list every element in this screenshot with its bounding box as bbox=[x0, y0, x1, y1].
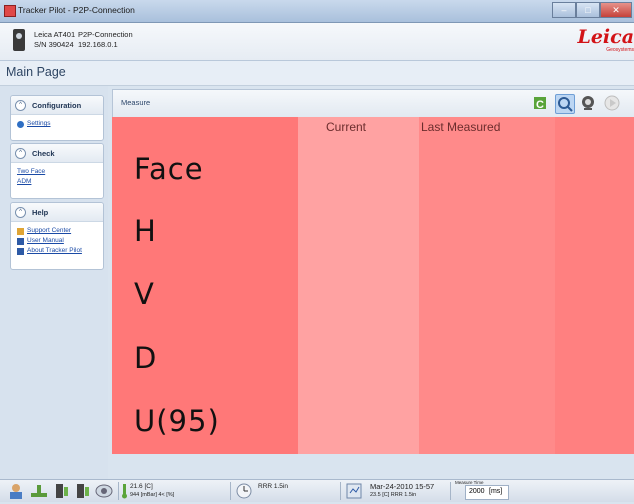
help-title: Help bbox=[32, 207, 49, 217]
configuration-group: ^ Configuration Settings bbox=[10, 95, 104, 141]
check-header[interactable]: ^ Check bbox=[11, 144, 103, 163]
sidebar-item-settings[interactable]: Settings bbox=[17, 119, 103, 129]
app-icon bbox=[4, 5, 16, 17]
minimize-button[interactable]: – bbox=[552, 2, 576, 18]
pressure-humidity-value: 944 [mBar] 4< [%] bbox=[130, 492, 175, 498]
maximize-button[interactable]: □ bbox=[576, 2, 600, 18]
current-column-header: Current bbox=[326, 120, 367, 134]
last-measure-datetime: Mar-24-2010 15-57 bbox=[370, 482, 435, 491]
status-bar: 21.6 [C] 944 [mBar] 4< [%] RRR 1.5in Mar… bbox=[0, 479, 634, 502]
manual-icon bbox=[17, 237, 24, 245]
sidebar-item-user-manual[interactable]: User Manual bbox=[17, 236, 103, 246]
sidebar-item-support-center[interactable]: Support Center bbox=[17, 226, 103, 236]
connection-type: P2P-Connection bbox=[78, 30, 133, 39]
title-bar: Tracker Pilot - P2P-Connection – □ ✕ bbox=[0, 0, 634, 23]
support-icon bbox=[17, 227, 24, 235]
help-header[interactable]: ^ Help bbox=[11, 203, 103, 222]
temperature-value: 21.6 [C] bbox=[130, 483, 153, 490]
measure-time-field[interactable]: 2000 [ms] bbox=[465, 485, 509, 500]
device-header: Leica AT401 S/N 390424 P2P-Connection 19… bbox=[0, 23, 634, 61]
leica-logo: Leica bbox=[577, 26, 634, 48]
configuration-title: Configuration bbox=[32, 100, 82, 110]
support-center-label: Support Center bbox=[27, 227, 72, 234]
svg-text:C: C bbox=[536, 99, 544, 111]
sidebar: ^ Configuration Settings ^ Check Two Fac… bbox=[0, 86, 108, 479]
sidebar-item-two-face[interactable]: Two Face bbox=[17, 167, 103, 177]
row-label-column: Face H V D U(95) bbox=[112, 117, 298, 454]
leica-logo-sub: Geosystems bbox=[606, 47, 634, 53]
user-manual-label: User Manual bbox=[27, 237, 64, 244]
reflector-value: RRR 1.5in bbox=[258, 483, 288, 490]
tracker-device-icon bbox=[13, 29, 25, 51]
last-measured-column: Last Measured bbox=[419, 117, 555, 454]
close-button[interactable]: ✕ bbox=[600, 2, 632, 18]
configuration-header[interactable]: ^ Configuration bbox=[11, 96, 103, 115]
page-heading-bar: Main Page bbox=[0, 61, 634, 86]
current-column: Current bbox=[298, 117, 419, 454]
tracker-secondary-icon[interactable] bbox=[74, 483, 90, 499]
last-measured-column-header: Last Measured bbox=[421, 120, 501, 134]
clock-icon bbox=[234, 483, 254, 499]
measure-time-value: 2000 bbox=[469, 488, 485, 495]
reflector-icon[interactable] bbox=[95, 483, 113, 499]
row-label-v: V bbox=[134, 277, 155, 311]
user-icon[interactable] bbox=[8, 483, 24, 499]
check-title: Check bbox=[32, 148, 55, 158]
chevron-up-icon[interactable]: ^ bbox=[15, 206, 26, 218]
settings-icon bbox=[17, 120, 24, 128]
measure-toolbar: Measure C bbox=[112, 89, 634, 117]
measure-label: Measure bbox=[121, 98, 151, 107]
camera-icon[interactable] bbox=[579, 94, 597, 112]
measurement-grid: Face H V D U(95) Current Last Measured bbox=[112, 117, 634, 454]
thermometer-icon bbox=[122, 483, 127, 499]
about-icon bbox=[17, 247, 24, 255]
check-group: ^ Check Two Face ADM bbox=[10, 143, 104, 199]
extra-column bbox=[555, 117, 634, 454]
device-model: Leica AT401 bbox=[34, 30, 76, 39]
page-title: Main Page bbox=[6, 65, 66, 79]
row-label-h: H bbox=[134, 214, 157, 248]
play-icon[interactable] bbox=[603, 94, 621, 112]
tracker-status-icon[interactable] bbox=[53, 483, 69, 499]
network-icon[interactable] bbox=[30, 483, 48, 499]
measurement-log-icon[interactable] bbox=[346, 483, 362, 499]
sidebar-item-adm[interactable]: ADM bbox=[17, 177, 103, 187]
measure-time-unit: [ms] bbox=[489, 488, 503, 495]
chevron-up-icon[interactable]: ^ bbox=[15, 99, 26, 111]
device-ip: 192.168.0.1 bbox=[78, 40, 118, 49]
row-label-d: D bbox=[134, 341, 158, 375]
sidebar-item-about[interactable]: About Tracker Pilot bbox=[17, 246, 103, 256]
window-title: Tracker Pilot - P2P-Connection bbox=[18, 5, 135, 15]
search-icon[interactable] bbox=[555, 94, 575, 114]
chevron-up-icon[interactable]: ^ bbox=[15, 147, 26, 159]
last-measure-info: 23.5 [C] RRR 1.5in bbox=[370, 492, 417, 498]
device-serial: S/N 390424 bbox=[34, 40, 74, 49]
window-controls: – □ ✕ bbox=[552, 2, 632, 18]
row-label-u95: U(95) bbox=[134, 404, 220, 438]
refresh-c-icon[interactable]: C bbox=[531, 94, 549, 112]
settings-link-label: Settings bbox=[27, 120, 51, 127]
about-label: About Tracker Pilot bbox=[27, 247, 82, 254]
measure-panel: Measure C Face H V D U(95) Current Last … bbox=[112, 89, 634, 479]
row-label-face: Face bbox=[134, 152, 204, 186]
help-group: ^ Help Support Center User Manual About … bbox=[10, 202, 104, 270]
